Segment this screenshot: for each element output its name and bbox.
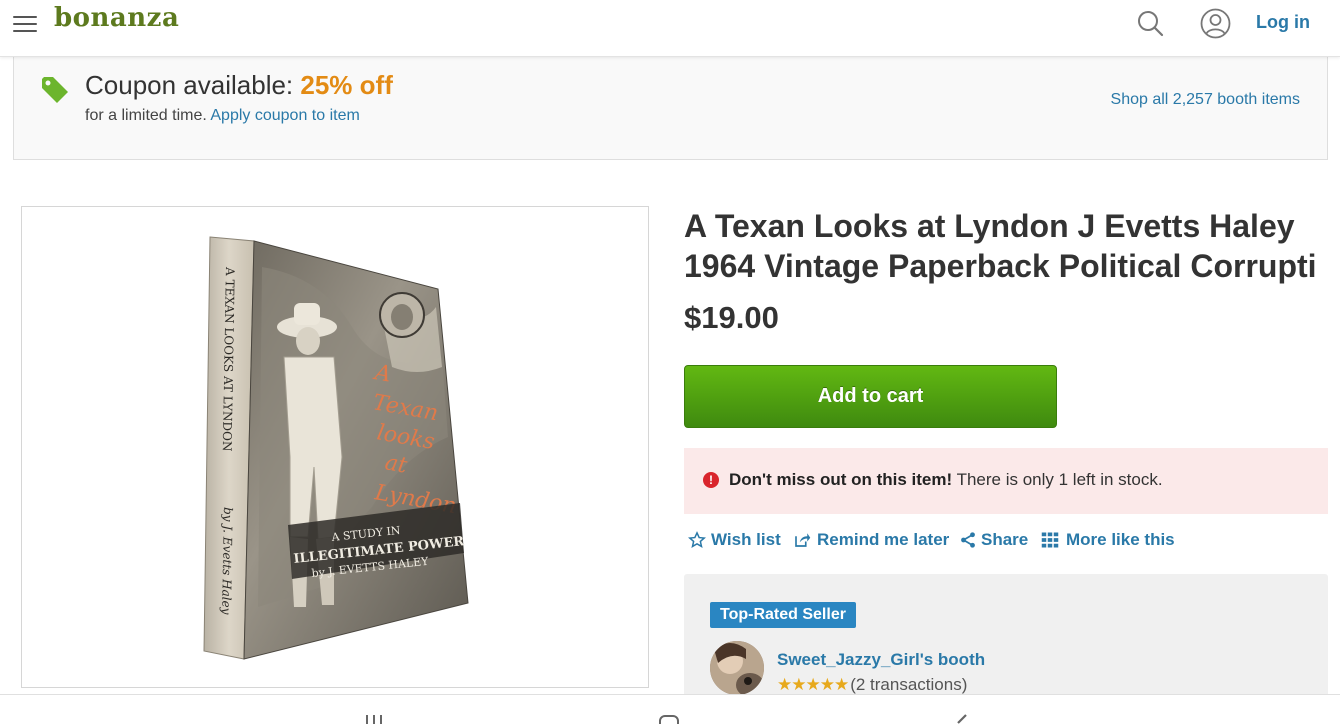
product-title: A Texan Looks at Lyndon J Evetts Haley 1… [684,208,1317,284]
stock-alert-text: Don't miss out on this item! There is on… [729,470,1163,490]
product-price: $19.00 [684,300,779,335]
seller-booth-link[interactable]: Sweet_Jazzy_Girl's booth [777,650,985,670]
seller-avatar[interactable] [710,641,764,695]
hamburger-icon[interactable] [13,14,37,34]
grid-icon [1041,532,1059,548]
share-label: Share [981,530,1029,549]
seller-rating: ★★★★★ (2 transactions) [777,675,967,695]
coupon-subtitle-text: for a limited time. [85,107,207,124]
star-outline-icon [688,531,706,548]
stock-alert-message: There is only 1 left in stock. [956,470,1163,489]
search-icon[interactable] [1136,9,1164,37]
home-icon[interactable] [658,713,680,724]
apply-coupon-link[interactable]: Apply coupon to item [210,107,359,124]
product-image[interactable]: A Texan looks at Lyndon A STUDY IN ILLEG… [21,206,649,688]
coupon-subtitle: for a limited time. Apply coupon to item [85,107,360,125]
top-rated-seller-badge: Top-Rated Seller [710,602,856,628]
transaction-count: (2 transactions) [850,675,968,694]
share-nodes-icon [961,532,975,548]
stock-alert: ! Don't miss out on this item! There is … [684,448,1328,514]
rating-stars-icon: ★★★★★ [777,675,849,694]
tag-icon [42,77,68,103]
svg-text:by J. Evetts Haley: by J. Evetts Haley [219,507,235,615]
top-header: bonanza Log in [0,0,1340,57]
stock-alert-bold: Don't miss out on this item! [729,470,953,489]
recent-apps-icon[interactable] [364,713,384,724]
shop-all-booth-items-link[interactable]: Shop all 2,257 booth items [1111,91,1300,109]
login-link[interactable]: Log in [1256,12,1310,33]
coupon-title-text: Coupon available: [85,70,294,100]
bonanza-logo[interactable]: bonanza [54,3,179,33]
svg-text:at: at [383,450,409,478]
exclamation-icon: ! [703,472,719,488]
coupon-title: Coupon available: 25% off [85,70,393,101]
back-icon[interactable] [952,713,972,724]
system-bottom-nav [0,694,1340,724]
remind-me-later-label: Remind me later [817,530,950,549]
add-to-cart-button[interactable]: Add to cart [684,365,1057,428]
share-box-icon [795,533,811,547]
wish-list-label: Wish list [711,530,781,549]
more-like-this-label: More like this [1066,530,1175,549]
coupon-banner: Coupon available: 25% off for a limited … [13,57,1328,160]
user-circle-icon[interactable] [1200,8,1231,39]
book-cover-illustration: A Texan looks at Lyndon A STUDY IN ILLEG… [203,236,469,660]
coupon-discount: 25% off [300,70,393,100]
